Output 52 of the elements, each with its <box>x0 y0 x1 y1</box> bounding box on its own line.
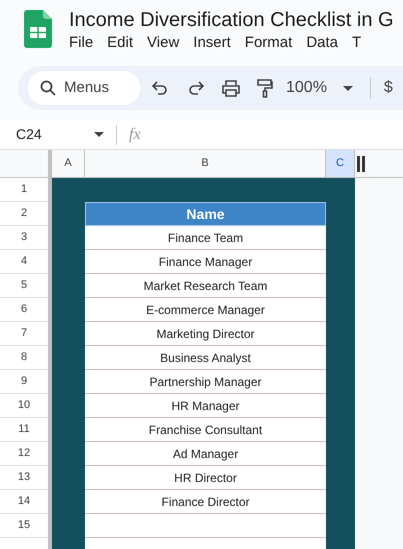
row-header[interactable]: 5 <box>0 274 48 298</box>
redo-icon[interactable] <box>188 81 204 95</box>
zoom-level[interactable]: 100% <box>286 76 327 100</box>
table-header: Name <box>85 202 326 226</box>
menu-item[interactable]: Data <box>306 34 338 52</box>
row-header[interactable]: 10 <box>0 394 48 418</box>
menu-item[interactable]: View <box>147 34 180 52</box>
menu-item[interactable]: T <box>352 34 362 52</box>
row-header[interactable]: 9 <box>0 370 48 394</box>
menu-item[interactable]: Edit <box>107 34 134 52</box>
row-header[interactable]: 1 <box>0 178 48 202</box>
currency-format-button[interactable]: $ <box>384 76 393 100</box>
menu-item[interactable]: File <box>69 34 94 52</box>
row-header[interactable]: 4 <box>0 250 48 274</box>
table-cell: Finance Manager <box>85 250 326 274</box>
formula-icon: fx <box>129 122 141 146</box>
table-cell: E-commerce Manager <box>85 298 326 322</box>
row-header[interactable]: 8 <box>0 346 48 370</box>
cell-reference[interactable]: C24 <box>16 124 94 145</box>
document-title[interactable]: Income Diversification Checklist in G <box>69 8 394 32</box>
table-cell: Finance Director <box>85 490 326 514</box>
caret-icon[interactable] <box>342 86 353 90</box>
freeze-handle-icon[interactable] <box>357 156 365 172</box>
row-header[interactable]: 14 <box>0 490 48 514</box>
table-cell: Partnership Manager <box>85 370 326 394</box>
search-field[interactable]: Menus <box>28 71 140 105</box>
print-icon[interactable] <box>222 80 240 96</box>
column-header[interactable]: A <box>52 150 85 177</box>
menu-item[interactable]: Insert <box>193 34 231 52</box>
row-header[interactable]: 12 <box>0 442 48 466</box>
table-cell: Finance Team <box>85 226 326 250</box>
row-header[interactable]: 7 <box>0 322 48 346</box>
row-header[interactable]: 6 <box>0 298 48 322</box>
table-cell: HR Director <box>85 466 326 490</box>
caret-icon[interactable] <box>94 132 104 137</box>
undo-icon[interactable] <box>152 81 168 95</box>
row-header[interactable]: 15 <box>0 514 48 538</box>
table-cell: Market Research Team <box>85 274 326 298</box>
column-header[interactable]: C <box>326 150 355 177</box>
row-header[interactable]: 11 <box>0 418 48 442</box>
row-header[interactable]: 13 <box>0 466 48 490</box>
paint-roller-icon[interactable] <box>257 78 273 98</box>
row-header[interactable]: 3 <box>0 226 48 250</box>
row-header[interactable]: 2 <box>0 202 48 226</box>
table-cell: Ad Manager <box>85 442 326 466</box>
table-cell: Business Analyst <box>85 346 326 370</box>
search-icon <box>40 80 56 96</box>
table-cell: HR Manager <box>85 394 326 418</box>
table-cell: Marketing Director <box>85 322 326 346</box>
table-cell: Franchise Consultant <box>85 418 326 442</box>
menu-item[interactable]: Format <box>244 34 292 52</box>
spreadsheet-logo-icon[interactable] <box>24 10 52 48</box>
